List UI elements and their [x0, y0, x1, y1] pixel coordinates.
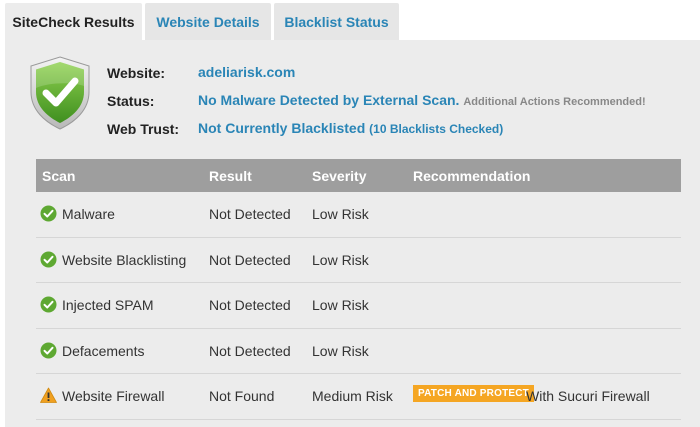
scan-result: Not Detected [209, 342, 291, 359]
table-row: Website Blacklisting Not Detected Low Ri… [36, 238, 681, 283]
scan-name: Defacements [62, 342, 145, 359]
tab-website-details[interactable]: Website Details [145, 3, 271, 40]
table-row: Defacements Not Detected Low Risk [36, 329, 681, 374]
recommendation-text: With Sucuri Firewall [526, 388, 650, 404]
tab-sitecheck-results[interactable]: SiteCheck Results [5, 3, 142, 40]
table-row: Malware Not Detected Low Risk [36, 192, 681, 238]
check-circle-icon [40, 205, 57, 222]
tab-blacklist-status[interactable]: Blacklist Status [274, 3, 399, 40]
scan-results-table: Scan Result Severity Recommendation Malw… [36, 159, 681, 420]
patch-and-protect-button[interactable]: PATCH AND PROTECT [413, 385, 534, 402]
scan-result: Not Detected [209, 297, 291, 313]
warning-icon [40, 387, 57, 403]
check-circle-icon [40, 296, 57, 313]
scan-name: Website Firewall [62, 388, 165, 404]
scan-severity: Medium Risk [312, 388, 393, 404]
scan-severity: Low Risk [312, 206, 369, 222]
status-label: Status: [107, 93, 155, 109]
scan-result: Not Detected [209, 251, 291, 268]
header-scan: Scan [42, 168, 76, 184]
scan-result: Not Found [209, 388, 275, 404]
trust-text: Not Currently Blacklisted [198, 120, 366, 136]
scan-result: Not Detected [209, 206, 291, 222]
scan-severity: Low Risk [312, 342, 369, 359]
check-circle-icon [40, 342, 57, 358]
scan-severity: Low Risk [312, 297, 369, 313]
header-severity: Severity [312, 168, 367, 184]
table-row: Injected SPAM Not Detected Low Risk [36, 283, 681, 329]
website-label: Website: [107, 65, 166, 81]
check-circle-icon [40, 251, 57, 267]
header-result: Result [209, 168, 252, 184]
shield-check-icon [30, 56, 90, 130]
header-recommendation: Recommendation [413, 168, 531, 184]
website-link[interactable]: adeliarisk.com [198, 64, 295, 80]
table-row: Website Firewall Not Found Medium Risk P… [36, 374, 681, 420]
scan-name: Malware [62, 206, 115, 222]
status-text: No Malware Detected by External Scan. [198, 92, 460, 108]
scan-severity: Low Risk [312, 251, 369, 268]
scan-name: Website Blacklisting [62, 251, 187, 268]
tab-bar: SiteCheck Results Website Details Blackl… [0, 0, 700, 40]
table-header: Scan Result Severity Recommendation [36, 159, 681, 192]
scan-name: Injected SPAM [62, 297, 154, 313]
web-trust-label: Web Trust: [107, 121, 180, 137]
results-panel: Website: adeliarisk.com Status: No Malwa… [5, 40, 700, 427]
status-value: No Malware Detected by External Scan. Ad… [198, 92, 646, 108]
web-trust-value: Not Currently Blacklisted (10 Blacklists… [198, 120, 503, 136]
status-note: Additional Actions Recommended! [463, 96, 646, 108]
trust-note: (10 Blacklists Checked) [369, 122, 504, 136]
